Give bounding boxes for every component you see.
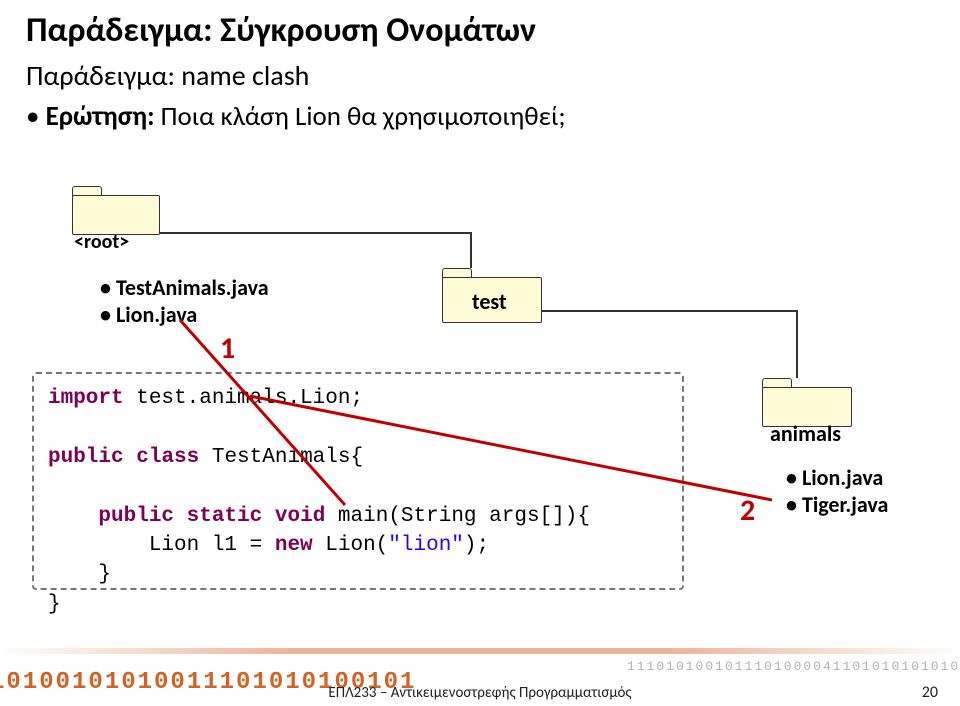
bits-row: 11101010010111010000411010101010100 (627, 659, 960, 674)
animals-files-list: Lion.java Tiger.java (786, 464, 888, 518)
connector-line (160, 232, 470, 234)
code-text: TestAnimals{ (199, 446, 363, 469)
code-text: ); (464, 534, 489, 557)
footer-course: ΕΠΛ233 – Αντικειμενοστρεφής Προγραμματισ… (0, 684, 960, 702)
kw-public: public (48, 446, 124, 469)
folder-animals-label: animals (770, 420, 841, 447)
connector-line (470, 232, 472, 268)
folder-test-label: test (472, 288, 507, 315)
page-number: 20 (922, 683, 938, 702)
kw-public: public (98, 505, 174, 528)
code-text: } (48, 593, 61, 616)
folder-icon (72, 186, 160, 236)
list-item: Lion.java (786, 464, 888, 491)
folder-root-label: <root> (74, 230, 129, 254)
code-text: } (48, 563, 111, 586)
kw-class: class (136, 446, 199, 469)
code-box: import test.animals.Lion; public class T… (32, 372, 684, 590)
folder-animals: animals (762, 378, 852, 428)
question-prefix: Ερώτηση: (46, 100, 155, 133)
slide-subtitle: Παράδειγμα: name clash (26, 58, 309, 93)
slide-title: Παράδειγμα: Σύγκρουση Ονομάτων (26, 10, 536, 51)
list-item: TestAnimals.java (100, 274, 269, 301)
connector-line (796, 310, 798, 378)
footer-accent (0, 648, 960, 654)
code-text: main(String args[]){ (325, 505, 590, 528)
connector-line (542, 310, 796, 312)
marker-two: 2 (740, 492, 755, 529)
kw-new: new (275, 534, 313, 557)
folder-test: test (442, 268, 542, 324)
question-line: Ερώτηση: Ποια κλάση Lion θα χρησιμοποιηθ… (26, 100, 566, 133)
root-files-list: TestAnimals.java Lion.java (100, 274, 269, 328)
code-text: Lion( (313, 534, 389, 557)
code-text: Lion l1 = (48, 534, 275, 557)
list-item: Lion.java (100, 301, 269, 328)
kw-static: static (187, 505, 263, 528)
question-text: Ποια κλάση Lion θα χρησιμοποιηθεί; (155, 100, 566, 133)
list-item: Tiger.java (786, 491, 888, 518)
kw-void: void (275, 505, 325, 528)
kw-import: import (48, 387, 124, 410)
string-literal: "lion" (388, 534, 464, 557)
code-text: test.animals.Lion; (124, 387, 363, 410)
marker-one: 1 (220, 330, 235, 367)
folder-root: <root> (72, 186, 160, 236)
